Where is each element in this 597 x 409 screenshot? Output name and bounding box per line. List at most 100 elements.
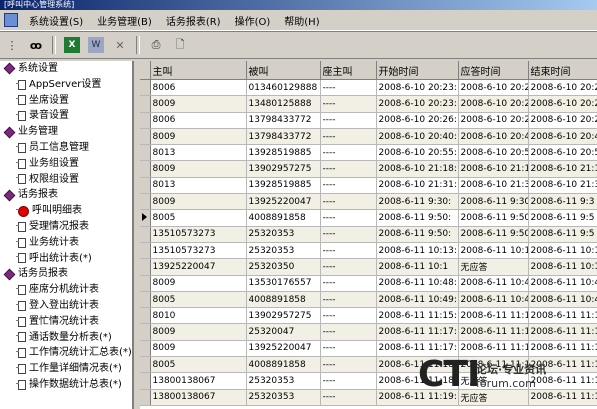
row-indicator[interactable] (140, 193, 151, 211)
row-indicator[interactable] (140, 340, 151, 358)
table-row[interactable]: 8013 13928519885 ---- 2008-6-10 20:55: 2008-… (140, 144, 597, 162)
print-icon[interactable]: ⎙ (148, 37, 164, 53)
end-time-cell: 2008-6-11 9:5 (528, 226, 597, 243)
row-indicator[interactable] (140, 95, 151, 113)
header-answer-time[interactable]: 应答时间 (458, 61, 529, 80)
table-row[interactable]: 8006 13798433772 ---- 2008-6-10 20:26: 2008-… (140, 112, 597, 129)
watermark-text: 论坛·专业资讯 (476, 363, 547, 376)
header-end-time[interactable]: 结束时间 (528, 61, 597, 80)
tree-item[interactable]: 置忙情况统计表 (0, 314, 132, 330)
tree-item[interactable]: 呼叫明细表 (0, 203, 132, 219)
row-indicator[interactable] (140, 226, 151, 243)
row-indicator[interactable] (140, 275, 151, 292)
table-row[interactable]: 13925220047 25320350 ---- 2008-6-11 10:1 无应答… (140, 258, 597, 276)
row-indicator[interactable] (140, 160, 151, 178)
table-row[interactable]: 13510573273 25320353 ---- 2008-6-11 9:50: 20… (140, 226, 597, 243)
answer-time-cell: 2008-6-10 20:4 (458, 128, 529, 146)
header-callee[interactable]: 被叫 (246, 61, 321, 80)
tree-item[interactable]: 录音设置 (0, 108, 132, 124)
row-indicator[interactable] (140, 177, 151, 195)
tree-group[interactable]: 系统设置 (0, 61, 132, 77)
tree-item[interactable]: 坐席设置 (0, 93, 132, 109)
tree-item[interactable]: 座席分机统计表 (0, 282, 132, 298)
table-row[interactable]: 8009 13902957275 ---- 2008-6-10 21:18: 2008-… (140, 160, 597, 178)
table-row[interactable]: 8009 25320047 ---- 2008-6-11 11:17: 2008-6-1… (140, 323, 597, 341)
tree-label: 呼出统计表(*) (29, 252, 92, 264)
seat-caller-cell: ---- (320, 340, 377, 358)
menu-business-management[interactable]: 业务管理(B) (90, 13, 159, 28)
callee-cell: 4008891858 (246, 356, 321, 374)
caller-cell: 8005 (150, 209, 247, 227)
menu-traffic-reports[interactable]: 话务报表(R) (159, 13, 228, 28)
row-indicator[interactable] (140, 112, 151, 129)
tree-group[interactable]: 话务员报表 (0, 266, 132, 282)
row-indicator[interactable] (140, 323, 151, 341)
menu-operations[interactable]: 操作(O) (228, 13, 278, 28)
seat-caller-cell: ---- (320, 323, 377, 341)
table-row[interactable]: 8009 13480125888 ---- 2008-6-10 20:23: 2008-… (140, 95, 597, 113)
row-indicator[interactable] (140, 209, 151, 227)
page-icon[interactable]: 🗋 (172, 37, 188, 53)
word-export-icon[interactable]: W (88, 37, 104, 53)
end-time-cell: 2008-6-10 20:4 (528, 128, 597, 146)
seat-caller-cell: ---- (320, 226, 377, 243)
tree-item[interactable]: 权限组设置 (0, 172, 132, 188)
toolbar-separator (136, 36, 140, 54)
tree-item[interactable]: AppServer设置 (0, 77, 132, 93)
close-doc-icon[interactable]: ✕ (112, 37, 128, 53)
row-indicator[interactable] (140, 128, 151, 146)
tree-item[interactable]: 呼出统计表(*) (0, 251, 132, 267)
start-time-cell: 2008-6-11 11:15: (376, 307, 459, 325)
table-row[interactable]: 8009 13530176557 ---- 2008-6-11 10:48: 2008-… (140, 275, 597, 292)
tree-item[interactable]: 工作量详细情况表(*) (0, 361, 132, 377)
row-indicator[interactable] (140, 79, 151, 97)
header-caller[interactable]: 主叫 (150, 61, 247, 80)
table-row[interactable]: 8009 13798433772 ---- 2008-6-10 20:40: 2008-… (140, 128, 597, 146)
row-indicator[interactable] (140, 307, 151, 325)
row-indicator[interactable] (140, 144, 151, 162)
menu-help[interactable]: 帮助(H) (277, 13, 326, 28)
table-row[interactable]: 8005 4008891858 ---- 2008-6-11 10:49: 2008-6… (140, 291, 597, 309)
seat-caller-cell: ---- (320, 112, 377, 129)
tree-group[interactable]: 业务管理 (0, 124, 132, 140)
row-indicator[interactable] (140, 242, 151, 260)
end-time-cell: 2008-6-10 20:2 (528, 79, 597, 97)
tree-group[interactable]: 话务报表 (0, 187, 132, 203)
header-seat-caller[interactable]: 座主叫 (320, 61, 377, 80)
excel-export-icon[interactable]: X (64, 37, 80, 53)
tree-item[interactable]: 登入登出统计表 (0, 298, 132, 314)
table-row[interactable]: 8009 13925220047 ---- 2008-6-11 9:30: 2008-6… (140, 193, 597, 211)
tree-item[interactable]: 业务组设置 (0, 156, 132, 172)
caller-cell: 8006 (150, 79, 247, 97)
tree-item[interactable]: 操作数据统计总表(*) (0, 377, 132, 393)
row-indicator[interactable] (140, 372, 151, 390)
report-icon (16, 379, 26, 390)
tree-label: 通话数量分析表(*) (29, 331, 112, 343)
tree-item[interactable]: 工作情况统计汇总表(*) (0, 345, 132, 361)
row-indicator[interactable] (140, 389, 151, 406)
row-indicator[interactable] (140, 356, 151, 374)
tree-item[interactable]: 员工信息管理 (0, 140, 132, 156)
row-indicator[interactable] (140, 258, 151, 276)
callee-cell: 25320353 (246, 389, 321, 406)
header-start-time[interactable]: 开始时间 (376, 61, 459, 80)
tree-view-icon[interactable]: ⋮ (4, 37, 20, 53)
tree-item[interactable]: 业务统计表 (0, 235, 132, 251)
menu-system-settings[interactable]: 系统设置(S) (22, 13, 90, 28)
callee-cell: 13928519885 (246, 177, 321, 195)
end-time-cell: 2008-6-11 9:3 (528, 193, 597, 211)
table-row[interactable]: 8010 13902957275 ---- 2008-6-11 11:15: 2008-… (140, 307, 597, 325)
caller-cell: 13510573273 (150, 226, 247, 243)
binoculars-icon[interactable]: ꝏ (28, 37, 44, 53)
app-icon (4, 13, 18, 27)
table-row[interactable]: 8005 4008891858 ---- 2008-6-11 9:50: 2008-6-… (140, 209, 597, 227)
tree-item[interactable]: 受理情况报表 (0, 219, 132, 235)
caller-cell: 8009 (150, 160, 247, 178)
row-indicator[interactable] (140, 291, 151, 309)
tree-item[interactable]: 通话数量分析表(*) (0, 330, 132, 346)
table-row[interactable]: 8006 013460129888 ---- 2008-6-10 20:23: 2008… (140, 79, 597, 97)
table-row[interactable]: 8013 13928519885 ---- 2008-6-10 21:31: 2008-… (140, 177, 597, 195)
table-row[interactable]: 13510573273 25320353 ---- 2008-6-11 10:13: 2… (140, 242, 597, 260)
seat-caller-cell: ---- (320, 307, 377, 325)
folder-icon (3, 63, 16, 75)
